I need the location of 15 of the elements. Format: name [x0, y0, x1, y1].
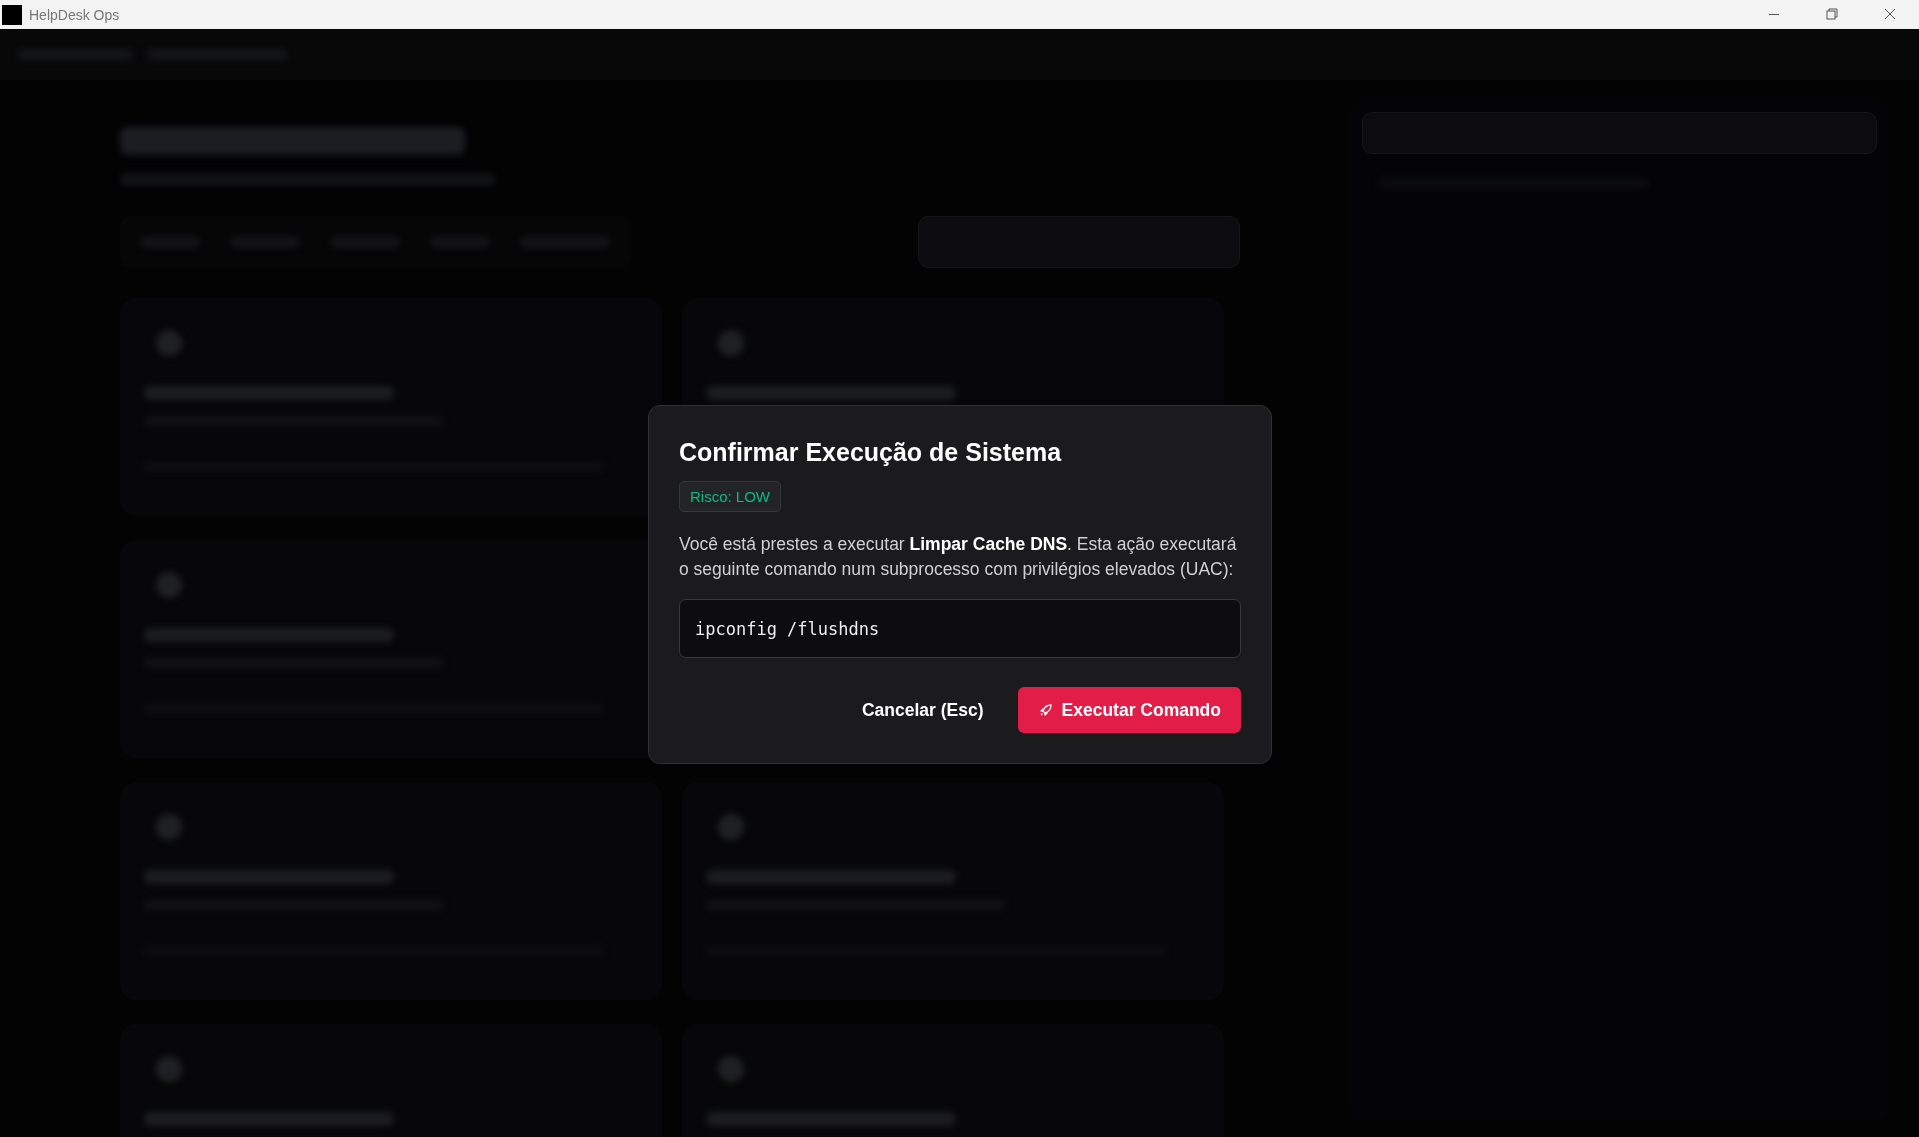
dialog-message: Você está prestes a executar Limpar Cache DNS. Esta ação executará o seguinte comando num subprocesso com privilégios elevados (UAC):: [679, 533, 1238, 581]
cancel-button[interactable]: Cancelar (Esc): [857, 687, 988, 733]
risk-badge: Risco: LOW: [679, 481, 781, 512]
dialog-title: Confirmar Execução de Sistema: [679, 438, 1063, 467]
blurred-icon: [718, 814, 744, 840]
app-icon: [2, 4, 22, 25]
window-title: HelpDesk Ops: [29, 6, 120, 23]
execute-button[interactable]: Executar Comando: [1017, 687, 1241, 733]
blurred-icon: [718, 1056, 744, 1082]
blurred-icon: [156, 814, 182, 840]
blurred-icon: [718, 330, 744, 356]
blurred-icon: [156, 1056, 182, 1082]
blurred-icon: [156, 572, 182, 598]
command-field: ipconfig /flushdns: [679, 599, 1241, 658]
blurred-icon: [156, 330, 182, 356]
